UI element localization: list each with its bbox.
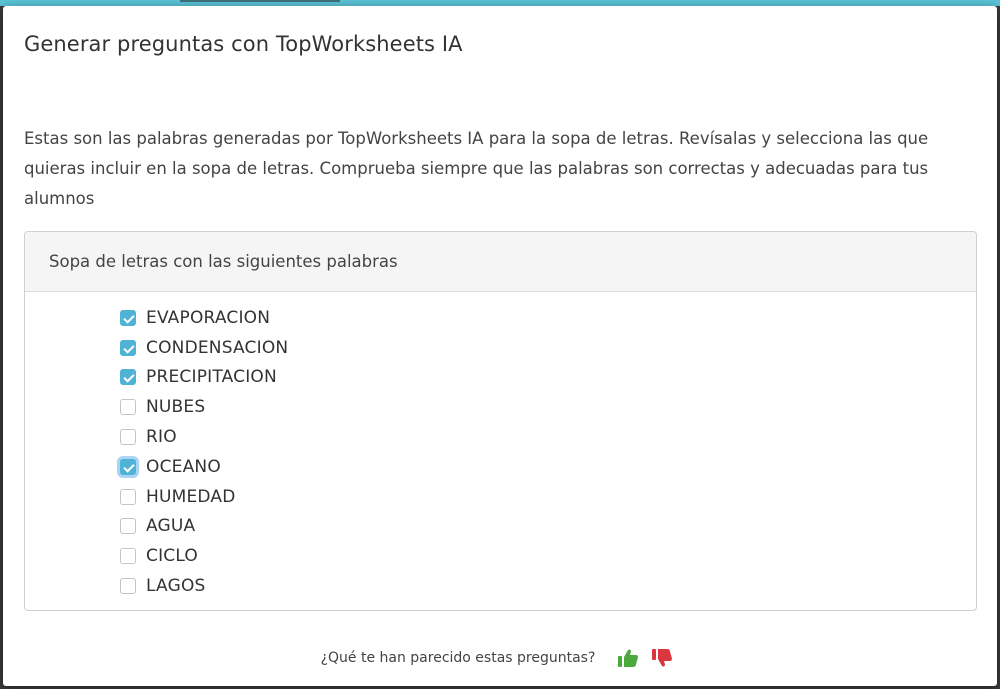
word-checkbox[interactable] bbox=[120, 399, 136, 416]
word-label: RIO bbox=[146, 427, 177, 448]
word-label: NUBES bbox=[146, 397, 206, 418]
word-item[interactable]: LAGOS bbox=[120, 571, 976, 601]
backdrop-page bbox=[180, 0, 340, 2]
word-label: PRECIPITACION bbox=[146, 367, 277, 388]
word-checkbox[interactable] bbox=[120, 578, 136, 595]
word-label: OCEANO bbox=[146, 456, 221, 477]
word-label: CICLO bbox=[146, 546, 198, 567]
thumbs-up-icon[interactable] bbox=[617, 648, 639, 668]
word-item[interactable]: OCEANO bbox=[120, 452, 976, 482]
word-checkbox[interactable] bbox=[120, 309, 136, 326]
dialog-title: Generar preguntas con TopWorksheets IA bbox=[24, 32, 463, 56]
word-item[interactable]: RIO bbox=[120, 422, 976, 452]
word-checkbox[interactable] bbox=[120, 548, 136, 565]
word-label: LAGOS bbox=[146, 576, 206, 597]
word-checkbox[interactable] bbox=[120, 339, 136, 356]
feedback-question: ¿Qué te han parecido estas preguntas? bbox=[320, 650, 596, 666]
word-checkbox[interactable] bbox=[120, 518, 136, 535]
word-item[interactable]: HUMEDAD bbox=[120, 482, 976, 512]
thumbs-down-icon[interactable] bbox=[651, 648, 673, 668]
word-list: EVAPORACION CONDENSACION PRECIPITACION NUBE… bbox=[25, 292, 976, 601]
word-label: CONDENSACION bbox=[146, 337, 289, 358]
dialog-intro-text: Estas son las palabras generadas por Top… bbox=[24, 129, 929, 208]
card-header: Sopa de letras con las siguientes palabr… bbox=[25, 232, 976, 292]
word-selection-card: Sopa de letras con las siguientes palabr… bbox=[24, 231, 977, 611]
word-label: AGUA bbox=[146, 516, 196, 537]
word-label: HUMEDAD bbox=[146, 486, 236, 507]
word-checkbox[interactable] bbox=[120, 369, 136, 386]
word-checkbox[interactable] bbox=[120, 458, 136, 475]
feedback-bar: ¿Qué te han parecido estas preguntas? bbox=[3, 648, 997, 668]
word-label: EVAPORACION bbox=[146, 307, 271, 328]
word-item[interactable]: AGUA bbox=[120, 512, 976, 542]
word-item[interactable]: EVAPORACION bbox=[120, 303, 976, 333]
word-checkbox[interactable] bbox=[120, 488, 136, 505]
word-checkbox[interactable] bbox=[120, 429, 136, 446]
word-item[interactable]: CONDENSACION bbox=[120, 333, 976, 363]
ai-questions-dialog: Generar preguntas con TopWorksheets IA E… bbox=[3, 6, 997, 686]
word-item[interactable]: PRECIPITACION bbox=[120, 363, 976, 393]
word-item[interactable]: NUBES bbox=[120, 392, 976, 422]
word-item[interactable]: CICLO bbox=[120, 541, 976, 571]
